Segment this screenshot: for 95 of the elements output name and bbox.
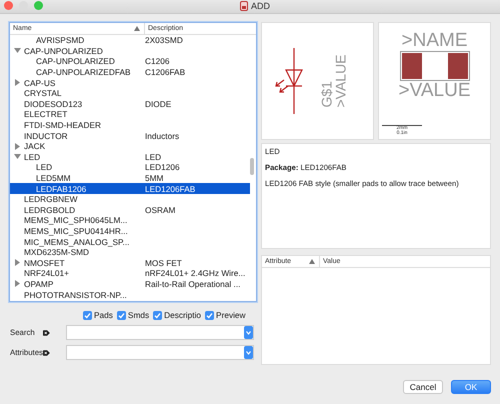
item-name: LEDFAB1206 <box>36 184 86 194</box>
tree-row[interactable]: CRYSTAL <box>10 88 250 99</box>
item-description: nRF24L01+ 2.4GHz Wire... <box>145 268 246 278</box>
sort-arrow-icon <box>134 26 140 31</box>
tree-row[interactable]: CAP-US <box>10 77 250 88</box>
tree-row[interactable]: ELECTRET <box>10 109 250 120</box>
item-name: PHOTOTRANSISTOR-NP... <box>24 290 127 300</box>
tree-row[interactable]: LEDRGBNEW <box>10 194 250 204</box>
clear-icon <box>43 328 50 336</box>
tree-row[interactable]: AVRISPSMD 2X03SMD <box>10 35 250 46</box>
disclosure-triangle-icon[interactable] <box>14 47 21 54</box>
tree-row[interactable]: CAP-UNPOLARIZED C1206 <box>10 56 250 67</box>
item-name: MXD6235M-SMD <box>24 247 90 258</box>
item-name: LED <box>24 152 40 162</box>
sort-arrow-icon <box>309 259 315 264</box>
item-name: CRYSTAL <box>24 88 62 98</box>
combo-box[interactable] <box>66 325 254 340</box>
tree-row[interactable]: LED LED1206 <box>10 162 250 173</box>
item-name: AVRISPSMD <box>36 35 84 46</box>
item-name: JACK <box>24 141 46 152</box>
item-description: OSRAM <box>145 204 176 215</box>
part-name-label: G$1 <box>320 80 334 108</box>
disclosure-triangle-icon[interactable] <box>14 153 21 160</box>
item-name: CAP-US <box>24 78 56 88</box>
disclosure-triangle-icon[interactable] <box>14 79 21 86</box>
item-description: Inductors <box>145 130 180 141</box>
pad-footprint-drawing <box>400 51 470 81</box>
item-name: FTDI-SMD-HEADER <box>24 120 101 130</box>
item-name: INDUCTOR <box>24 130 68 141</box>
item-name: CAP-UNPOLARIZED <box>36 56 115 66</box>
tree-row[interactable]: MEMS_MIC_SPH0645LM... <box>10 215 250 226</box>
item-name: OPAMP <box>24 278 54 289</box>
item-name: NRF24L01+ <box>24 268 69 278</box>
document-icon <box>240 1 248 11</box>
item-name: LED <box>36 162 52 172</box>
item-description: MOS FET <box>145 258 182 268</box>
tree-row[interactable]: MXD6235M-SMD <box>10 246 250 258</box>
checkbox-label[interactable]: Pads <box>94 310 113 320</box>
window-title: ADD <box>251 1 270 11</box>
tree-row[interactable]: PHOTOTRANSISTOR-NP... <box>10 289 250 300</box>
checkbox[interactable] <box>116 310 126 320</box>
tree-row[interactable]: LED LED <box>10 152 250 162</box>
tree-row[interactable]: CAP-UNPOLARIZED <box>10 46 250 56</box>
item-name: LEDRGBNEW <box>24 194 78 204</box>
item-name: DIODESOD123 <box>24 98 82 109</box>
tree-row[interactable]: FTDI-SMD-HEADER <box>10 120 250 130</box>
disclosure-triangle-icon[interactable] <box>14 142 21 150</box>
item-description: DIODE <box>145 98 172 109</box>
disclosure-triangle-icon[interactable] <box>14 280 21 288</box>
tree-row[interactable]: LEDFAB1206 LED1206FAB <box>10 183 250 194</box>
item-name: LED5MM <box>36 173 71 184</box>
item-description: Rail-to-Rail Operational ... <box>145 278 240 289</box>
item-name: MIC_MEMS_ANALOG_SP... <box>24 236 130 247</box>
clear-icon <box>43 348 50 356</box>
checkbox-label[interactable]: Smds <box>128 310 150 320</box>
item-name: CAP-UNPOLARIZED <box>24 46 103 56</box>
value-label: >VALUE <box>334 54 348 108</box>
item-description: LED <box>145 152 162 162</box>
scrollbar-thumb[interactable] <box>250 158 254 175</box>
tree-row[interactable]: MEMS_MIC_SPU0414HR... <box>10 226 250 236</box>
disclosure-triangle-icon[interactable] <box>14 259 21 266</box>
item-description: C1206 <box>145 56 170 66</box>
item-description: C1206FAB <box>145 67 186 78</box>
tree-row[interactable]: NMOSFET MOS FET <box>10 257 250 268</box>
zoom-button[interactable] <box>34 1 43 10</box>
tree-row[interactable]: MIC_MEMS_ANALOG_SP... <box>10 236 250 247</box>
checkbox-label[interactable]: Preview <box>216 310 246 320</box>
cancel-button[interactable]: Cancel <box>403 380 443 394</box>
tree-row[interactable]: OPAMP Rail-to-Rail Operational ... <box>10 278 250 290</box>
tree-row[interactable]: CAP-UNPOLARIZEDFAB C1206FAB <box>10 66 250 78</box>
checkbox-label[interactable]: Descriptio <box>164 310 202 320</box>
tree-row[interactable]: INDUCTOR Inductors <box>10 130 250 141</box>
name-label: >NAME <box>402 31 468 51</box>
close-button[interactable] <box>4 1 13 10</box>
item-name: LEDRGBOLD <box>24 204 76 215</box>
tree-row[interactable]: DIODESOD123 DIODE <box>10 98 250 110</box>
item-description: 5MM <box>145 173 164 184</box>
tree-row[interactable]: JACK <box>10 140 250 152</box>
tree-row[interactable]: NRF24L01+ nRF24L01+ 2.4GHz Wire... <box>10 268 250 279</box>
item-name: MEMS_MIC_SPU0414HR... <box>24 226 128 236</box>
led-symbol-drawing <box>274 47 303 115</box>
item-name: CAP-UNPOLARIZEDFAB <box>36 67 131 78</box>
checkbox[interactable] <box>83 310 92 320</box>
item-description: LED1206FAB <box>145 184 196 194</box>
tree-row[interactable]: LED5MM 5MM <box>10 172 250 184</box>
item-name: ELECTRET <box>24 109 68 120</box>
checkbox[interactable] <box>205 310 214 320</box>
value-label: >VALUE <box>398 81 470 101</box>
checkbox[interactable] <box>153 310 162 320</box>
item-name: MEMS_MIC_SPH0645LM... <box>24 215 128 226</box>
item-name: NMOSFET <box>24 258 65 268</box>
item-description: LED1206 <box>145 162 180 172</box>
item-description: 2X03SMD <box>145 35 183 46</box>
combo-box[interactable] <box>66 345 254 360</box>
tree-row[interactable]: LEDRGBOLD OSRAM <box>10 204 250 216</box>
